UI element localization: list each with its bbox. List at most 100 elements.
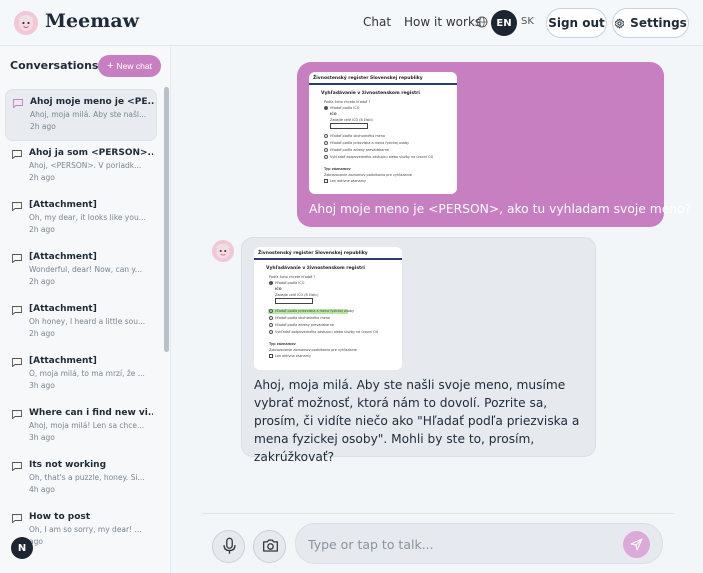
doc-title: Vyhľadávanie v živnostenskom registri <box>321 91 420 96</box>
message-input-container <box>295 523 663 564</box>
send-button[interactable] <box>623 531 650 558</box>
chat-bubble-icon <box>12 358 22 367</box>
conversation-title: [Attachment] <box>29 200 97 210</box>
doc-radio <box>269 323 273 327</box>
language-sk-button[interactable]: SK <box>521 16 534 27</box>
conversation-title: Its not working <box>29 460 107 470</box>
new-chat-button[interactable]: + New chat <box>98 55 161 77</box>
nav-chat-link[interactable]: Chat <box>363 15 391 29</box>
doc-ico-hint: Zadajte celé IČO (8 číslic) <box>275 293 319 297</box>
conversation-item[interactable]: Ahoj moje meno je <PE... Ahoj, moja milá… <box>5 89 157 141</box>
doc-option: Hľadať podľa priezviska a mena fyzickej … <box>330 141 410 145</box>
message-input[interactable] <box>308 532 608 556</box>
doc-radio <box>324 148 328 152</box>
doc-prompt: Podľa čoho chcete hľadať ? <box>324 100 371 104</box>
globe-icon <box>476 16 488 28</box>
doc-option: Hľadať podľa obchodného mena <box>275 316 330 320</box>
conversation-time: 2h ago <box>29 225 55 234</box>
attachment-image[interactable]: Živnostenský register Slovenskej republi… <box>254 247 402 370</box>
brand-name[interactable]: Meemaw <box>45 10 139 32</box>
n-badge-icon[interactable]: N <box>11 537 33 559</box>
doc-option: Vyhľadať zodpovedného zástupcu alebo slu… <box>330 155 434 159</box>
conversation-preview: Ahoj, <PERSON>. V poriadk... <box>29 161 142 170</box>
conversation-preview: Ó, moja milá, to ma mrzí, že ... <box>29 369 145 378</box>
microphone-button[interactable] <box>212 530 245 563</box>
conversation-preview: Oh honey, I heard a little sou... <box>29 317 146 326</box>
conversation-time: 3h ago <box>29 433 55 442</box>
composer-divider <box>202 513 674 514</box>
sign-out-button[interactable]: Sign out <box>546 8 607 38</box>
user-message-text: Ahoj moje meno je <PERSON>, ako tu vyhla… <box>309 202 692 216</box>
chat-bubble-icon <box>12 514 22 523</box>
doc-checkbox <box>269 354 273 358</box>
doc-check-label: Len aktívne záznamy <box>275 354 311 358</box>
camera-button[interactable] <box>253 530 286 563</box>
chat-bubble-icon <box>12 410 22 419</box>
meemaw-logo-icon[interactable] <box>14 11 38 35</box>
conversation-item[interactable]: Where can i find new vi... Ahoj, moja mi… <box>5 401 157 453</box>
conversation-title: [Attachment] <box>29 356 97 366</box>
assistant-message-text: Ahoj, moja milá. Aby ste našli svoje men… <box>254 378 580 464</box>
conversation-preview: Ahoj, moja milá! Len sa chce... <box>29 421 145 430</box>
conversation-item[interactable]: [Attachment] Ó, moja milá, to ma mrzí, ž… <box>5 349 157 401</box>
doc-prompt: Podľa čoho chcete hľadať ? <box>269 275 316 279</box>
conversation-time: ago <box>29 537 43 546</box>
doc-title: Vyhľadávanie v živnostenskom registri <box>266 266 365 271</box>
chat-bubble-icon <box>12 462 22 471</box>
doc-header: Živnostenský register Slovenskej republi… <box>309 72 457 85</box>
doc-radio <box>269 281 273 285</box>
doc-option: Hľadať podľa adresy prevádzkarne <box>330 148 389 152</box>
sidebar-scrollbar[interactable] <box>164 87 169 352</box>
doc-option: Hľadať podľa IČO <box>275 281 305 285</box>
document-screenshot: Živnostenský register Slovenskej republi… <box>254 247 402 370</box>
language-en-button[interactable]: EN <box>491 10 517 36</box>
doc-ico-label: IČO <box>275 287 282 291</box>
conversation-item[interactable]: [Attachment] Oh, my dear, it looks like … <box>5 193 157 245</box>
doc-header: Živnostenský register Slovenskej republi… <box>254 247 402 260</box>
nav-how-it-works-link[interactable]: How it works <box>404 15 481 29</box>
user-message-bubble: Živnostenský register Slovenskej republi… <box>297 62 691 227</box>
conversation-time: 2h ago <box>29 329 55 338</box>
chat-bubble-icon <box>13 99 23 108</box>
doc-option: Hľadať podľa obchodného mena <box>330 134 385 138</box>
doc-radio <box>269 316 273 320</box>
doc-option: Hľadať podľa adresy prevádzkarne <box>275 323 334 327</box>
conversation-time: 2h ago <box>29 173 55 182</box>
conversation-preview: Oh, my dear, it looks like you... <box>29 213 146 222</box>
conversation-preview: Oh, I am so sorry, my dear! ... <box>29 525 142 534</box>
conversation-time: 2h ago <box>29 277 55 286</box>
sidebar-title: Conversations <box>10 59 99 72</box>
conversation-title: Ahoj moje meno je <PE... <box>30 97 154 107</box>
doc-radio <box>324 134 328 138</box>
document-screenshot: Živnostenský register Slovenskej republi… <box>309 72 457 194</box>
camera-icon <box>263 539 278 552</box>
conversations-sidebar: Conversations + New chat Ahoj moje meno … <box>0 47 171 573</box>
meemaw-avatar-icon <box>212 240 234 262</box>
doc-radio <box>324 106 328 110</box>
conversation-item[interactable]: [Attachment] Wonderful, dear! Now, can y… <box>5 245 157 297</box>
doc-radio <box>324 141 328 145</box>
chat-bubble-icon <box>12 202 22 211</box>
settings-label: Settings <box>630 16 687 30</box>
doc-option: Hľadať podľa IČO <box>330 106 360 110</box>
top-bar: Meemaw Chat How it works EN SK Sign out … <box>0 0 703 46</box>
assistant-message-bubble: Živnostenský register Slovenskej republi… <box>241 237 596 464</box>
doc-ico-input <box>330 123 368 129</box>
doc-type-label: Typ záznamov <box>324 167 351 171</box>
attachment-image[interactable]: Živnostenský register Slovenskej republi… <box>309 72 457 194</box>
conversation-item[interactable]: Its not working Oh, that's a puzzle, hon… <box>5 453 157 505</box>
gear-icon <box>615 18 625 28</box>
doc-checkbox <box>324 179 328 183</box>
conversation-item[interactable]: Ahoj ja som <PERSON>... Ahoj, <PERSON>. … <box>5 141 157 193</box>
chat-bubble-icon <box>12 306 22 315</box>
doc-option: Hľadať podľa priezviska a mena fyzickej … <box>275 309 355 313</box>
conversation-preview: Wonderful, dear! Now, can y... <box>29 265 142 274</box>
conversation-title: [Attachment] <box>29 304 97 314</box>
settings-button[interactable]: Settings <box>612 8 689 38</box>
conversation-item[interactable]: [Attachment] Oh honey, I heard a little … <box>5 297 157 349</box>
doc-option: Vyhľadať zodpovedného zástupcu alebo slu… <box>275 330 379 334</box>
doc-type-hint: Zobrazovanie zaznamov podnikania pre vyh… <box>324 173 412 177</box>
conversation-title: Ahoj ja som <PERSON>... <box>29 148 153 158</box>
chat-bubble-icon <box>12 150 22 159</box>
send-icon <box>630 538 643 551</box>
